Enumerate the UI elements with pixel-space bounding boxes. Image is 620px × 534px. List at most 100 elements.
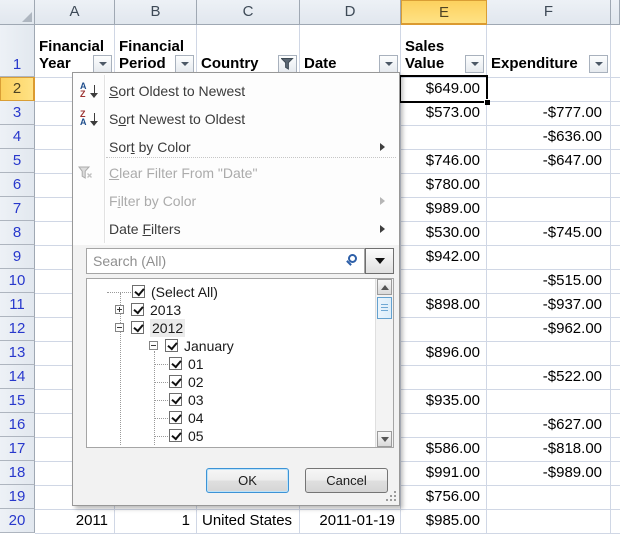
cell[interactable]: $896.00 <box>401 341 486 365</box>
expand-plus-icon[interactable] <box>115 305 124 314</box>
cell-b20[interactable]: 1 <box>115 509 196 533</box>
row-header[interactable]: 19 <box>0 485 35 509</box>
row-header[interactable]: 16 <box>0 413 35 437</box>
checkbox-checked[interactable] <box>169 393 182 406</box>
row-header[interactable]: 17 <box>0 437 35 461</box>
checkbox-checked[interactable] <box>169 375 182 388</box>
row-header[interactable]: 13 <box>0 341 35 365</box>
cell[interactable]: -$627.00 <box>487 413 610 437</box>
resize-grip[interactable] <box>385 490 396 501</box>
header-cell-country[interactable]: Country <box>197 25 300 77</box>
row-header[interactable]: 8 <box>0 221 35 245</box>
row-header[interactable]: 11 <box>0 293 35 317</box>
tree-item-01[interactable]: 01 <box>87 355 374 373</box>
cell[interactable]: $985.00 <box>401 509 486 533</box>
cell[interactable]: $989.00 <box>401 197 486 221</box>
col-header-e-selected[interactable]: E <box>401 0 487 25</box>
row-header-2-selected[interactable]: 2 <box>0 77 35 101</box>
tree-item-2012[interactable]: 2012 <box>87 319 374 337</box>
cell[interactable]: -$636.00 <box>487 125 610 149</box>
tree-item-january[interactable]: January <box>87 337 374 355</box>
filter-dropdown-sales[interactable] <box>465 55 484 73</box>
cell[interactable]: -$937.00 <box>487 293 610 317</box>
menu-item-sort-oldest-to-newest[interactable]: A Z Sort Oldest to Newest <box>73 77 397 105</box>
filter-dropdown-expenditure[interactable] <box>589 55 608 73</box>
menu-item-filter-by-color-disabled[interactable]: Filter by Color <box>73 187 397 215</box>
cell[interactable]: -$962.00 <box>487 317 610 341</box>
col-header-a[interactable]: A <box>35 0 115 25</box>
tree-item-2013[interactable]: 2013 <box>87 301 374 319</box>
checkbox-checked[interactable] <box>169 411 182 424</box>
tree-item-04[interactable]: 04 <box>87 409 374 427</box>
row-header[interactable]: 4 <box>0 125 35 149</box>
search-dropdown-button[interactable] <box>365 248 394 274</box>
row-header[interactable]: 15 <box>0 389 35 413</box>
menu-item-sort-newest-to-oldest[interactable]: Z A Sort Newest to Oldest <box>73 105 397 133</box>
row-header-1[interactable]: 1 <box>0 25 35 77</box>
header-cell-date[interactable]: Date <box>300 25 401 77</box>
menu-item-date-filters[interactable]: Date Filters <box>73 215 397 243</box>
cancel-button[interactable]: Cancel <box>305 468 388 493</box>
tree-item-03[interactable]: 03 <box>87 391 374 409</box>
tree-item-select-all[interactable]: (Select All) <box>87 283 374 301</box>
checkbox-checked[interactable] <box>132 285 145 298</box>
row-header[interactable]: 12 <box>0 317 35 341</box>
col-header-f[interactable]: F <box>487 0 611 25</box>
row-header[interactable]: 3 <box>0 101 35 125</box>
cell[interactable]: $586.00 <box>401 437 486 461</box>
cell[interactable]: $935.00 <box>401 389 486 413</box>
tree-item-02[interactable]: 02 <box>87 373 374 391</box>
col-header-b[interactable]: B <box>115 0 197 25</box>
list-scrollbar[interactable] <box>375 279 393 447</box>
cell[interactable]: $573.00 <box>401 101 486 125</box>
tree-item-05[interactable]: 05 <box>87 427 374 445</box>
menu-item-clear-filter-disabled[interactable]: Clear Filter From "Date" <box>73 159 397 187</box>
filter-dropdown-year[interactable] <box>93 55 112 73</box>
cell[interactable]: $942.00 <box>401 245 486 269</box>
header-cell-sales-value[interactable]: Sales Value <box>401 25 487 77</box>
fill-handle[interactable] <box>484 99 490 105</box>
cell[interactable]: $746.00 <box>401 149 486 173</box>
cell[interactable]: $780.00 <box>401 173 486 197</box>
scroll-down-button[interactable] <box>377 431 392 447</box>
header-cell-financial-year[interactable]: Financial Year <box>35 25 115 77</box>
collapse-minus-icon[interactable] <box>115 323 124 332</box>
filter-dropdown-date[interactable] <box>379 55 398 73</box>
scroll-up-button[interactable] <box>377 279 392 295</box>
cell[interactable]: -$818.00 <box>487 437 610 461</box>
row-header[interactable]: 5 <box>0 149 35 173</box>
scrollbar-thumb[interactable] <box>377 297 392 319</box>
row-header[interactable]: 6 <box>0 173 35 197</box>
cell[interactable]: -$777.00 <box>487 101 610 125</box>
filter-dropdown-period[interactable] <box>175 55 194 73</box>
row-header[interactable]: 10 <box>0 269 35 293</box>
row-header[interactable]: 7 <box>0 197 35 221</box>
collapse-minus-icon[interactable] <box>149 341 158 350</box>
cell-a20[interactable]: 2011 <box>35 509 114 533</box>
col-header-d[interactable]: D <box>300 0 401 25</box>
cell[interactable]: $991.00 <box>401 461 486 485</box>
header-cell-expenditure[interactable]: Expenditure <box>487 25 611 77</box>
cell[interactable]: $898.00 <box>401 293 486 317</box>
ok-button[interactable]: OK <box>206 468 289 493</box>
cell[interactable]: -$515.00 <box>487 269 610 293</box>
checkbox-checked[interactable] <box>169 357 182 370</box>
cell[interactable]: $530.00 <box>401 221 486 245</box>
cell[interactable]: $756.00 <box>401 485 486 509</box>
cell[interactable]: -$745.00 <box>487 221 610 245</box>
checkbox-checked[interactable] <box>131 321 144 334</box>
search-input[interactable] <box>86 248 365 274</box>
col-header-c[interactable]: C <box>197 0 300 25</box>
row-header[interactable]: 20 <box>0 509 35 533</box>
checkbox-checked[interactable] <box>131 303 144 316</box>
checkbox-checked[interactable] <box>165 339 178 352</box>
row-header[interactable]: 9 <box>0 245 35 269</box>
cell[interactable]: -$647.00 <box>487 149 610 173</box>
row-header[interactable]: 18 <box>0 461 35 485</box>
cell-c20[interactable]: United States <box>197 509 299 533</box>
filter-dropdown-country-active[interactable] <box>278 55 297 73</box>
cell[interactable]: -$522.00 <box>487 365 610 389</box>
header-cell-financial-period[interactable]: Financial Period <box>115 25 197 77</box>
row-header[interactable]: 14 <box>0 365 35 389</box>
checkbox-checked[interactable] <box>169 429 182 442</box>
